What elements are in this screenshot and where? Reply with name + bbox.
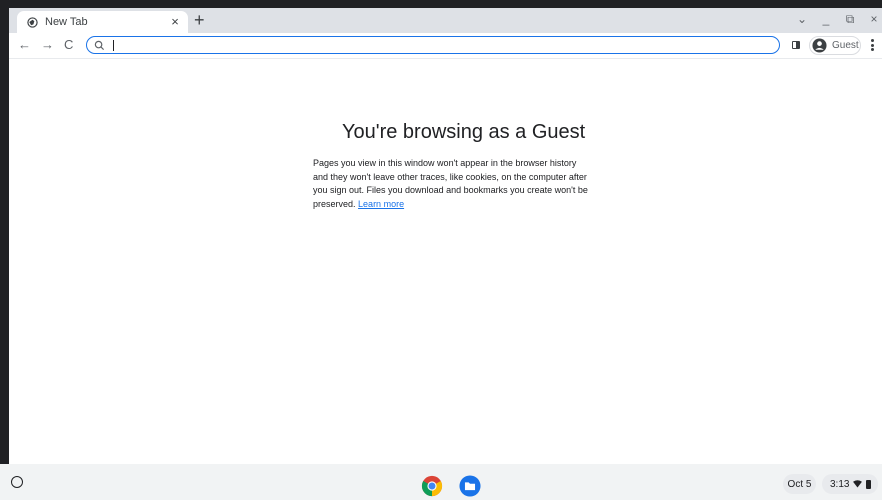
guest-avatar-icon xyxy=(812,38,827,53)
address-bar[interactable] xyxy=(86,36,780,54)
chrome-icon[interactable] xyxy=(421,475,443,497)
clock: 3:13 xyxy=(830,478,850,490)
tab-new-tab[interactable]: New Tab × xyxy=(17,11,188,33)
minimize-button[interactable]: _ xyxy=(820,12,832,27)
window-controls: ⌄ _ ⧉ × xyxy=(796,12,882,27)
tab-close-button[interactable]: × xyxy=(168,15,182,29)
tab-strip: New Tab × + ⌄ _ ⧉ × xyxy=(9,8,882,33)
profile-label: Guest xyxy=(832,40,859,51)
browser-window: New Tab × + ⌄ _ ⧉ × ← → C Guest You're b… xyxy=(9,8,882,464)
side-panel-icon[interactable] xyxy=(792,41,800,49)
browser-toolbar: ← → C Guest xyxy=(9,33,882,59)
back-button[interactable]: ← xyxy=(18,37,31,52)
tab-title: New Tab xyxy=(45,16,88,28)
os-shelf: Oct 5 3:13 xyxy=(0,464,882,500)
guest-description: Pages you view in this window won't appe… xyxy=(313,157,593,212)
page-title: You're browsing as a Guest xyxy=(342,121,586,143)
menu-dots-icon[interactable] xyxy=(871,39,874,51)
learn-more-link[interactable]: Learn more xyxy=(358,199,404,209)
forward-button[interactable]: → xyxy=(41,37,54,52)
restore-button[interactable]: ⧉ xyxy=(844,12,856,27)
close-window-button[interactable]: × xyxy=(868,12,880,27)
text-cursor xyxy=(113,39,114,51)
guest-description-text: Pages you view in this window won't appe… xyxy=(313,158,588,210)
guest-ntp: You're browsing as a Guest Pages you vie… xyxy=(9,59,882,464)
profile-button[interactable]: Guest xyxy=(809,36,861,55)
reload-button[interactable]: C xyxy=(64,37,73,52)
launcher-button[interactable] xyxy=(11,476,23,488)
battery-icon xyxy=(866,479,872,489)
new-tab-button[interactable]: + xyxy=(194,11,205,29)
wifi-icon xyxy=(853,480,863,488)
tab-search-button[interactable]: ⌄ xyxy=(796,12,808,27)
search-icon xyxy=(94,40,105,50)
date-indicator[interactable]: Oct 5 xyxy=(783,474,816,494)
files-icon[interactable] xyxy=(459,475,481,497)
status-tray[interactable]: 3:13 xyxy=(822,474,878,494)
globe-icon xyxy=(27,16,38,28)
